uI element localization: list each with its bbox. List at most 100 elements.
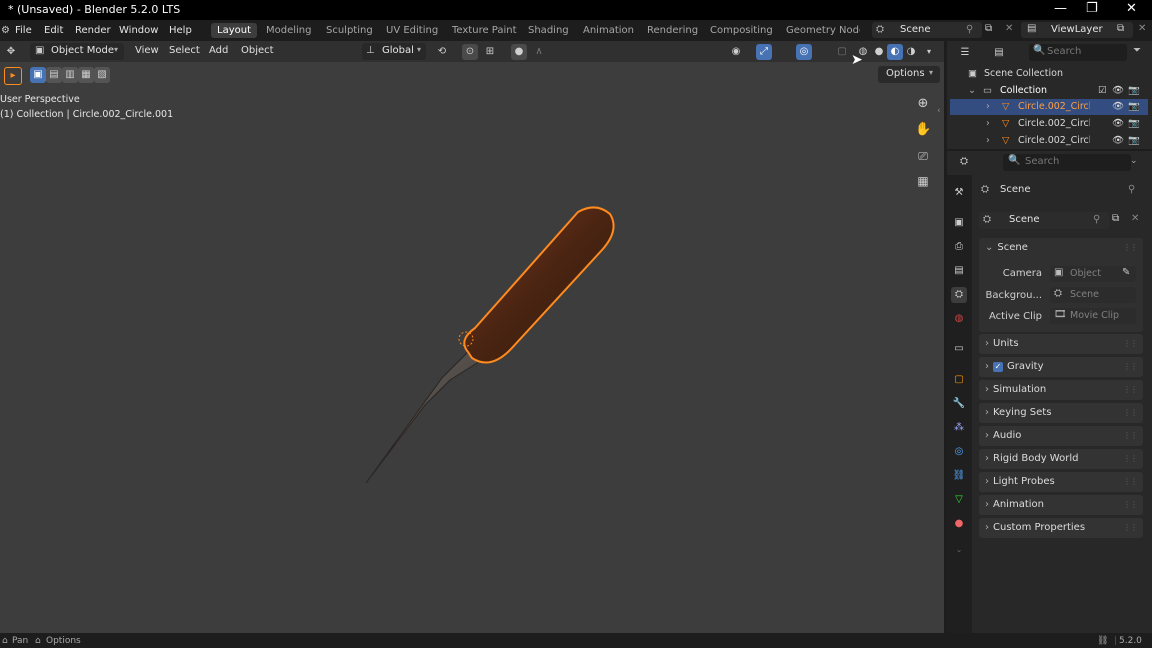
fake-user-icon[interactable]: ⚲ <box>1093 214 1100 225</box>
menu-edit[interactable]: Edit <box>44 25 63 36</box>
xray-icon[interactable]: ▢ <box>834 44 850 60</box>
expand-icon[interactable]: ⌄ <box>968 83 976 99</box>
scene-datablock-selector[interactable]: Scene <box>979 212 1109 229</box>
transform-orientation-selector[interactable]: ⊥ Global ▾ <box>362 43 426 60</box>
drag-grip-icon[interactable]: ⋮⋮ <box>1123 426 1138 446</box>
chevron-right-icon[interactable]: › <box>986 99 990 115</box>
constraints-tab-icon[interactable]: ⛓ <box>951 468 967 484</box>
select-intersect-icon[interactable]: ▧ <box>94 67 110 83</box>
solid-shading-icon[interactable]: ● <box>871 44 887 60</box>
overlays-icon[interactable]: ◎ <box>796 44 812 60</box>
minimize-icon[interactable]: — <box>1054 1 1067 16</box>
tab-shading[interactable]: Shading <box>528 25 569 36</box>
pin-icon[interactable]: ⚲ <box>966 24 973 35</box>
visibility-icon[interactable]: ◉ <box>728 44 744 60</box>
camera-icon[interactable]: 📷 <box>1128 116 1140 132</box>
tab-geometry-nodes[interactable]: Geometry Node <box>786 25 860 36</box>
chevron-right-icon[interactable]: › <box>986 116 990 132</box>
outliner-collection[interactable]: ⌄ ▭ Collection ☑ 👁 📷 <box>950 83 1148 99</box>
outliner-editor-icon[interactable]: ☰ <box>957 45 973 61</box>
tab-animation[interactable]: Animation <box>583 25 634 36</box>
perspective-toggle-icon[interactable]: ▦ <box>915 173 931 189</box>
world-tab-icon[interactable]: ◍ <box>951 311 967 327</box>
tab-rendering[interactable]: Rendering <box>647 25 698 36</box>
viewport-menu-select[interactable]: Select <box>169 45 200 56</box>
modifier-tab-icon[interactable]: 🔧 <box>951 396 967 412</box>
new-scene-icon[interactable]: ⧉ <box>1112 213 1119 224</box>
tab-layout[interactable]: Layout <box>211 23 257 38</box>
select-extend-icon[interactable]: ▤ <box>46 67 62 83</box>
outliner-item[interactable]: › ▽ Circle.002_Circl 👁 📷 <box>950 99 1148 115</box>
panel-gravity[interactable]: › ✓ Gravity ⋮⋮ <box>979 357 1143 377</box>
gizmo-icon[interactable]: ⤢ <box>756 44 772 60</box>
chevron-right-icon[interactable]: › <box>986 133 990 149</box>
render-tab-icon[interactable]: ▣ <box>951 215 967 231</box>
drag-grip-icon[interactable]: ⋮⋮ <box>1123 238 1138 258</box>
select-invert-icon[interactable]: ▦ <box>78 67 94 83</box>
eyedropper-icon[interactable]: ✎ <box>1122 267 1130 278</box>
viewport-menu-object[interactable]: Object <box>241 45 274 56</box>
viewport-menu-add[interactable]: Add <box>209 45 228 56</box>
collection-tab-icon[interactable]: ▭ <box>951 341 967 357</box>
blender-logo-icon[interactable]: ⚙ <box>1 25 10 36</box>
menu-window[interactable]: Window <box>119 25 158 36</box>
camera-view-icon[interactable]: ⎚ <box>915 148 931 164</box>
close-icon[interactable]: ✕ <box>1126 1 1137 16</box>
camera-icon[interactable]: 📷 <box>1128 133 1140 149</box>
object-tab-icon[interactable]: ▢ <box>951 372 967 388</box>
drag-grip-icon[interactable]: ⋮⋮ <box>1123 334 1138 354</box>
snap-target-icon[interactable]: ⊞ <box>482 44 498 60</box>
delete-scene-icon[interactable]: ✕ <box>1005 23 1013 34</box>
eye-icon[interactable]: 👁 <box>1112 99 1124 115</box>
select-new-icon[interactable]: ▣ <box>30 67 46 83</box>
tab-modeling[interactable]: Modeling <box>266 25 312 36</box>
select-subtract-icon[interactable]: ▥ <box>62 67 78 83</box>
outliner-scene-collection[interactable]: ▣ Scene Collection <box>950 66 1148 82</box>
tab-compositing[interactable]: Compositing <box>710 25 773 36</box>
knife-model[interactable] <box>350 200 640 490</box>
checkbox-icon[interactable]: ☑ <box>1098 83 1107 99</box>
material-tab-icon[interactable]: ● <box>951 516 967 532</box>
tab-uv-editing[interactable]: UV Editing <box>386 25 438 36</box>
zoom-icon[interactable]: ⊕ <box>915 96 931 112</box>
view-layer-tab-icon[interactable]: ▤ <box>951 263 967 279</box>
gravity-checkbox-icon[interactable]: ✓ <box>993 362 1003 372</box>
camera-icon[interactable]: 📷 <box>1128 83 1140 99</box>
particles-tab-icon[interactable]: ⁂ <box>951 420 967 436</box>
pin-icon[interactable]: ⚲ <box>1128 184 1135 195</box>
snap-icon[interactable]: ⊙ <box>462 44 478 60</box>
material-preview-icon[interactable]: ◐ <box>887 44 903 60</box>
pivot-point-icon[interactable]: ⟲ <box>434 44 450 60</box>
outliner-item[interactable]: › ▽ Circle.002_Circl 👁 📷 <box>950 116 1148 132</box>
tab-sculpting[interactable]: Sculpting <box>326 25 373 36</box>
drag-grip-icon[interactable]: ⋮⋮ <box>1123 449 1138 469</box>
shading-options-icon[interactable]: ▾ <box>921 44 937 60</box>
drag-grip-icon[interactable]: ⋮⋮ <box>1123 357 1138 377</box>
select-tool-icon[interactable]: ▸ <box>4 67 22 85</box>
menu-render[interactable]: Render <box>75 25 111 36</box>
new-view-layer-icon[interactable]: ⧉ <box>1117 23 1124 34</box>
drag-grip-icon[interactable]: ⋮⋮ <box>1123 403 1138 423</box>
menu-help[interactable]: Help <box>169 25 192 36</box>
rendered-shading-icon[interactable]: ◑ <box>903 44 919 60</box>
drag-grip-icon[interactable]: ⋮⋮ <box>1123 518 1138 538</box>
outliner-item[interactable]: › ▽ Circle.002_Circl 👁 📷 <box>950 133 1148 149</box>
output-tab-icon[interactable]: ⎙ <box>951 239 967 255</box>
panel-keying-sets[interactable]: › Keying Sets ⋮⋮ <box>979 403 1143 423</box>
background-field[interactable]: Scene <box>1050 287 1136 303</box>
properties-editor-icon[interactable]: ⛭ <box>956 154 972 170</box>
drag-grip-icon[interactable]: ⋮⋮ <box>1123 380 1138 400</box>
maximize-icon[interactable]: ❐ <box>1086 1 1098 16</box>
panel-simulation[interactable]: › Simulation ⋮⋮ <box>979 380 1143 400</box>
editor-type-icon[interactable]: ✥ <box>3 44 19 60</box>
drag-grip-icon[interactable]: ⋮⋮ <box>1123 495 1138 515</box>
chevron-down-icon[interactable]: ⌄ <box>1130 156 1138 166</box>
eye-icon[interactable]: 👁 <box>1112 83 1124 99</box>
more-tabs-icon[interactable]: ⌄ <box>951 542 967 558</box>
scene-tab-icon[interactable]: ⛭ <box>951 287 967 303</box>
drag-grip-icon[interactable]: ⋮⋮ <box>1123 472 1138 492</box>
sidebar-toggle-icon[interactable]: ‹ <box>937 106 941 116</box>
unlink-icon[interactable]: ✕ <box>1131 213 1139 224</box>
display-mode-icon[interactable]: ▤ <box>991 45 1007 61</box>
tool-tab-icon[interactable]: ⚒ <box>951 185 967 201</box>
